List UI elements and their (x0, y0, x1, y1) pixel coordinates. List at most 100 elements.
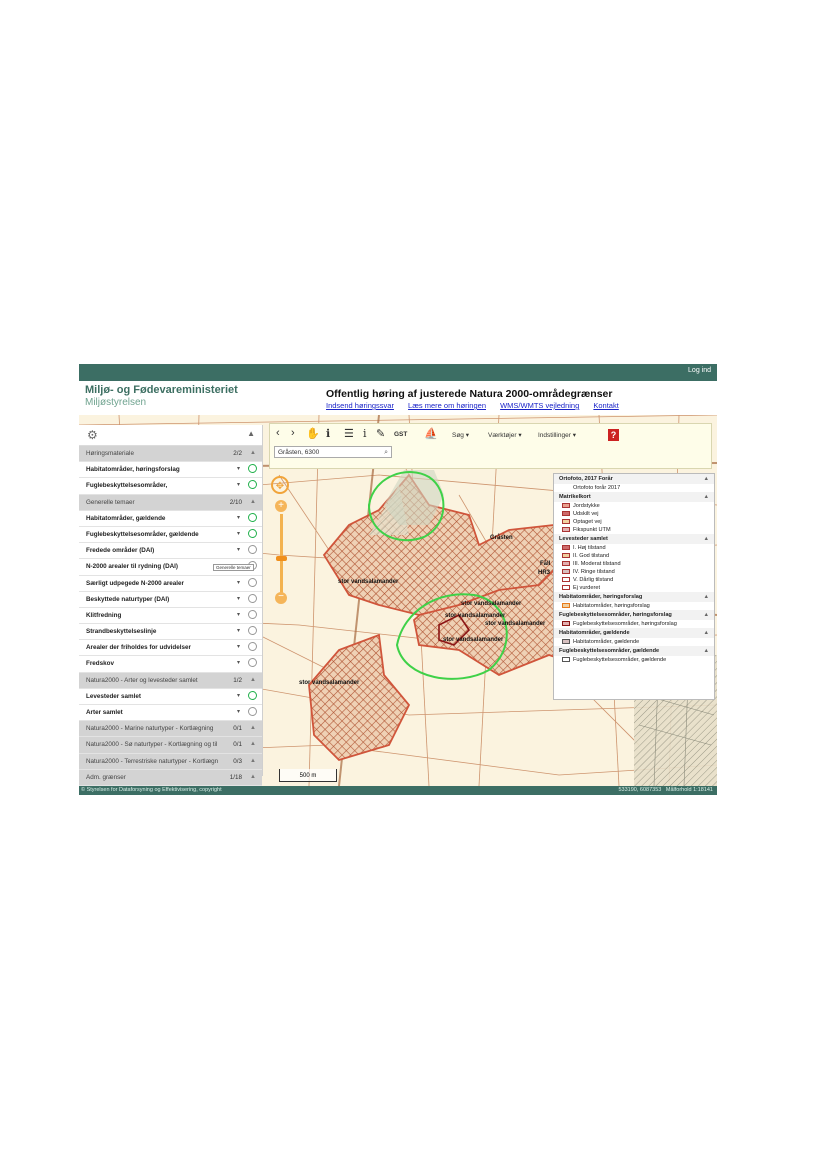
layer-options-icon[interactable]: ▾ (237, 592, 240, 607)
power-toggle-icon[interactable] (248, 577, 257, 587)
menu-icon[interactable]: ☰ (344, 427, 354, 440)
power-toggle-icon[interactable] (248, 593, 257, 603)
zoom-in-button[interactable]: + (275, 500, 287, 512)
layer-options-icon[interactable]: ▾ (237, 624, 240, 639)
gst-button[interactable]: GST (394, 431, 407, 438)
layer-options-icon[interactable]: ▾ (237, 462, 240, 477)
collapse-icon[interactable]: ▲ (703, 534, 709, 544)
expand-icon[interactable]: ▲ (250, 721, 256, 736)
layer-row[interactable]: Levesteder samlet ▾ (79, 688, 262, 705)
gear-icon[interactable]: ⚙ (87, 428, 98, 442)
layer-row[interactable]: Habitatområder, gældende ▾ (79, 510, 262, 527)
layer-row[interactable]: Arealer der friholdes for udvidelser ▾ (79, 640, 262, 657)
layer-row[interactable]: Fredskov ▾ (79, 656, 262, 673)
link-read-more[interactable]: Læs mere om høringen (408, 401, 486, 410)
power-toggle-icon[interactable] (248, 707, 257, 716)
layer-options-icon[interactable]: ▾ (237, 527, 240, 542)
collapse-icon[interactable]: ▲ (703, 646, 709, 656)
expand-icon[interactable]: ▲ (250, 754, 256, 769)
menu-search[interactable]: Søg ▾ (452, 431, 469, 439)
legend-section-title[interactable]: Habitatområder, gældende ▲ (554, 628, 714, 638)
layer-label: Natura2000 - Terrestriske naturtyper - K… (86, 757, 219, 765)
power-toggle-icon[interactable] (248, 464, 257, 474)
expand-icon[interactable]: ▲ (250, 495, 256, 510)
collapse-icon[interactable]: ▲ (703, 474, 709, 484)
layer-label: Arealer der friholdes for udvidelser (86, 644, 191, 652)
zoom-out-button[interactable]: − (275, 592, 287, 604)
layer-row[interactable]: Fredede områder (DAI) ▾ (79, 543, 262, 560)
expand-icon[interactable]: ▲ (250, 737, 256, 752)
power-toggle-icon[interactable] (248, 545, 257, 555)
legend-swatch (562, 603, 570, 609)
layer-options-icon[interactable]: ▾ (237, 689, 240, 704)
link-submit-response[interactable]: Indsend høringssvar (326, 401, 394, 410)
chevron-right-icon[interactable]: › (291, 427, 295, 439)
collapse-icon[interactable]: ▲ (703, 610, 709, 620)
legend-section-title[interactable]: Matrikelkort ▲ (554, 492, 714, 502)
collapse-icon[interactable]: ▲ (247, 429, 255, 438)
legend-swatch (562, 503, 570, 509)
menu-settings[interactable]: Indstillinger ▾ (538, 431, 576, 439)
power-toggle-icon[interactable] (248, 658, 257, 668)
layer-row[interactable]: Særligt udpegede N-2000 arealer ▾ (79, 575, 262, 592)
address-search-input[interactable]: Gråsten, 6300 ⌕ (274, 446, 392, 458)
eraser-icon[interactable]: ✎ (376, 427, 385, 440)
legend-section-title[interactable]: Fuglebeskyttelsesområder, høringsforslag… (554, 610, 714, 620)
info-person-icon[interactable]: ℹ (326, 427, 330, 440)
login-link[interactable]: Log ind (688, 367, 711, 374)
zoom-slider-handle[interactable] (276, 556, 287, 561)
power-toggle-icon[interactable] (248, 626, 257, 636)
cycle-icon[interactable]: ⛵ (424, 427, 438, 440)
power-toggle-icon[interactable] (248, 642, 257, 652)
expand-icon[interactable]: ▲ (250, 770, 256, 785)
layer-label: Fredskov (86, 660, 114, 668)
zoom-slider[interactable] (280, 514, 283, 594)
layer-count: 1/2 (233, 676, 242, 684)
collapse-icon[interactable]: ▲ (703, 592, 709, 602)
collapse-icon[interactable]: ▲ (703, 628, 709, 638)
layer-row[interactable]: Arter samlet ▾ (79, 705, 262, 722)
layer-row[interactable]: Beskyttede naturtyper (DAI) ▾ (79, 591, 262, 608)
help-icon[interactable]: ? (608, 429, 619, 441)
expand-icon[interactable]: ▲ (250, 673, 256, 688)
layer-row[interactable]: Fuglebeskyttelsesområder, gældende ▾ (79, 526, 262, 544)
layer-row[interactable]: Strandbeskyttelseslinje ▾ (79, 624, 262, 641)
layer-group-row[interactable]: Høringsmateriale 2/2 ▲ (79, 446, 262, 463)
menu-tools[interactable]: Værktøjer ▾ (488, 431, 522, 439)
layer-options-icon[interactable]: ▾ (237, 478, 240, 493)
layer-options-icon[interactable]: ▾ (237, 640, 240, 655)
expand-icon[interactable]: ▲ (250, 446, 256, 461)
pan-icon[interactable]: ✥ (271, 476, 289, 494)
layer-options-icon[interactable]: ▾ (237, 705, 240, 720)
legend-section-title[interactable]: Levesteder samlet ▲ (554, 534, 714, 544)
power-toggle-icon[interactable] (248, 480, 257, 490)
legend-section-title[interactable]: Ortofoto, 2017 Forår ▲ (554, 474, 714, 484)
layer-group-row[interactable]: Generelle temaer 2/10 ▲ (79, 494, 262, 511)
chevron-left-icon[interactable]: ‹ (276, 427, 280, 439)
layer-row[interactable]: Habitatområder, høringsforslag ▾ (79, 462, 262, 479)
layer-options-icon[interactable]: ▾ (237, 511, 240, 526)
power-toggle-icon[interactable] (248, 528, 257, 538)
layer-options-icon[interactable]: ▾ (237, 608, 240, 623)
layer-group-row[interactable]: Natura2000 - Marine naturtyper - Kortlæg… (79, 721, 262, 738)
layer-options-icon[interactable]: ▾ (237, 656, 240, 671)
search-icon[interactable]: ⌕ (384, 447, 388, 459)
layer-options-icon[interactable]: ▾ (237, 543, 240, 558)
layer-options-icon[interactable]: ▾ (237, 576, 240, 591)
link-wms-guide[interactable]: WMS/WMTS vejledning (500, 401, 579, 410)
layer-group-row[interactable]: Adm. grænser 1/18 ▲ (79, 769, 262, 786)
legend-section-title[interactable]: Habitatområder, høringsforslag ▲ (554, 592, 714, 602)
layer-row[interactable]: Fuglebeskyttelsesområder, ▾ (79, 478, 262, 495)
collapse-icon[interactable]: ▲ (703, 492, 709, 502)
layer-group-row[interactable]: Natura2000 - Sø naturtyper - Kortlægning… (79, 737, 262, 754)
layer-group-row[interactable]: Natura2000 - Terrestriske naturtyper - K… (79, 753, 262, 770)
power-toggle-icon[interactable] (248, 609, 257, 619)
hand-icon[interactable]: ✋ (306, 427, 320, 440)
link-contact[interactable]: Kontakt (593, 401, 618, 410)
power-toggle-icon[interactable] (248, 690, 257, 700)
legend-section-title[interactable]: Fuglebeskyttelsesområder, gældende ▲ (554, 646, 714, 656)
power-toggle-icon[interactable] (248, 512, 257, 522)
info-icon[interactable]: i (363, 427, 367, 440)
layer-group-row[interactable]: Natura2000 - Arter og levesteder samlet 1… (79, 672, 262, 689)
layer-row[interactable]: Klitfredning ▾ (79, 607, 262, 625)
